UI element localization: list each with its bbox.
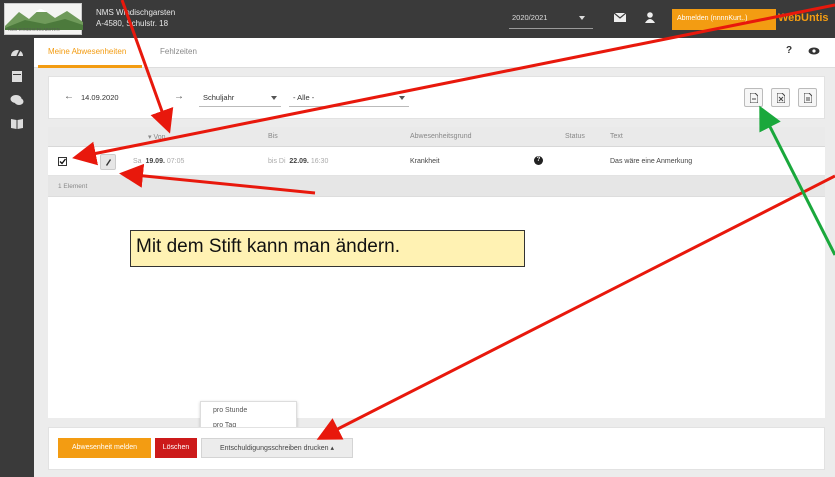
cell-text: Das wäre eine Anmerkung	[610, 158, 693, 165]
cell-from: Sa 19.09. 07:05	[133, 158, 185, 165]
sidebar	[0, 38, 34, 477]
help-button[interactable]: ?	[786, 45, 792, 56]
calendar-icon[interactable]	[10, 70, 24, 82]
date-field[interactable]: 14.09.2020	[81, 88, 125, 106]
logo-text: NMS WINDISCHGARSTEN	[8, 27, 60, 32]
envelope-icon[interactable]	[614, 13, 626, 22]
school-year-select[interactable]: 2020/2021	[509, 7, 593, 29]
tab-absence-times[interactable]: Fehlzeiten	[160, 47, 197, 56]
cell-reason: Krankheit	[410, 158, 440, 165]
column-header-reason[interactable]: Abwesenheitsgrund	[410, 133, 472, 140]
column-header-status[interactable]: Status	[565, 133, 585, 140]
table-footer: 1 Element	[48, 176, 825, 197]
action-bar: Abwesenheit melden Löschen Entschuldigun…	[48, 427, 825, 470]
pencil-icon	[106, 159, 111, 166]
pdf-icon	[750, 93, 758, 103]
export-pdf-button[interactable]	[744, 88, 763, 107]
print-excuse-button[interactable]: Entschuldigungsschreiben drucken ▴	[201, 438, 353, 458]
file-icon	[804, 93, 812, 103]
excel-icon	[777, 93, 785, 103]
previous-date-button[interactable]: ←	[59, 87, 79, 107]
school-address: A-4580, Schulstr. 18	[96, 19, 169, 28]
eye-icon[interactable]	[808, 47, 820, 55]
delete-button[interactable]: Löschen	[155, 438, 197, 458]
chevron-down-icon	[271, 96, 277, 100]
chat-icon[interactable]	[10, 94, 24, 106]
reason-filter-value: - Alle -	[293, 93, 315, 102]
annotation-callout: Mit dem Stift kann man ändern.	[130, 230, 525, 267]
cell-to: bis Di 22.09. 16:30	[268, 158, 329, 165]
table-header: ▾ Von Bis Abwesenheitsgrund Status Text	[48, 127, 825, 147]
logout-button[interactable]: Abmelden (nnnnKurt..)	[672, 9, 776, 30]
next-date-button[interactable]: →	[169, 87, 189, 107]
school-info: NMS Windischgarsten A-4580, Schulstr. 18	[96, 7, 175, 29]
top-bar: NMS WINDISCHGARSTEN NMS Windischgarsten …	[0, 0, 835, 38]
period-select[interactable]: Schuljahr	[199, 87, 281, 107]
element-count: 1 Element	[58, 183, 88, 190]
edit-button[interactable]	[100, 154, 116, 170]
column-header-text[interactable]: Text	[610, 133, 623, 140]
export-file-button[interactable]	[798, 88, 817, 107]
brand-logo: WebUntis	[778, 12, 829, 24]
school-name: NMS Windischgarsten	[96, 8, 176, 17]
chevron-down-icon	[579, 16, 585, 20]
period-select-value: Schuljahr	[203, 93, 235, 102]
menu-item-per-hour[interactable]: pro Stunde	[213, 407, 247, 414]
column-header-from[interactable]: ▾ Von	[148, 133, 166, 141]
school-year-value: 2020/2021	[512, 13, 548, 22]
filter-panel: ← 14.09.2020 → Schuljahr - Alle -	[48, 76, 825, 119]
export-excel-button[interactable]	[771, 88, 790, 107]
question-circle-icon: ?	[534, 156, 543, 165]
chevron-down-icon	[399, 96, 405, 100]
dashboard-icon[interactable]	[10, 46, 24, 58]
checkbox-icon[interactable]	[58, 157, 67, 166]
reason-filter-select[interactable]: - Alle -	[289, 87, 409, 107]
tab-bar: Meine Abwesenheiten Fehlzeiten ?	[34, 38, 835, 68]
active-tab-indicator	[38, 65, 142, 68]
user-icon[interactable]	[645, 12, 655, 23]
column-header-to[interactable]: Bis	[268, 133, 278, 140]
report-absence-button[interactable]: Abwesenheit melden	[58, 438, 151, 458]
school-logo[interactable]: NMS WINDISCHGARSTEN	[4, 3, 83, 35]
book-icon[interactable]	[10, 118, 24, 130]
tab-my-absences[interactable]: Meine Abwesenheiten	[48, 47, 126, 56]
table-row[interactable]: Sa 19.09. 07:05 bis Di 22.09. 16:30 Kran…	[48, 147, 825, 176]
